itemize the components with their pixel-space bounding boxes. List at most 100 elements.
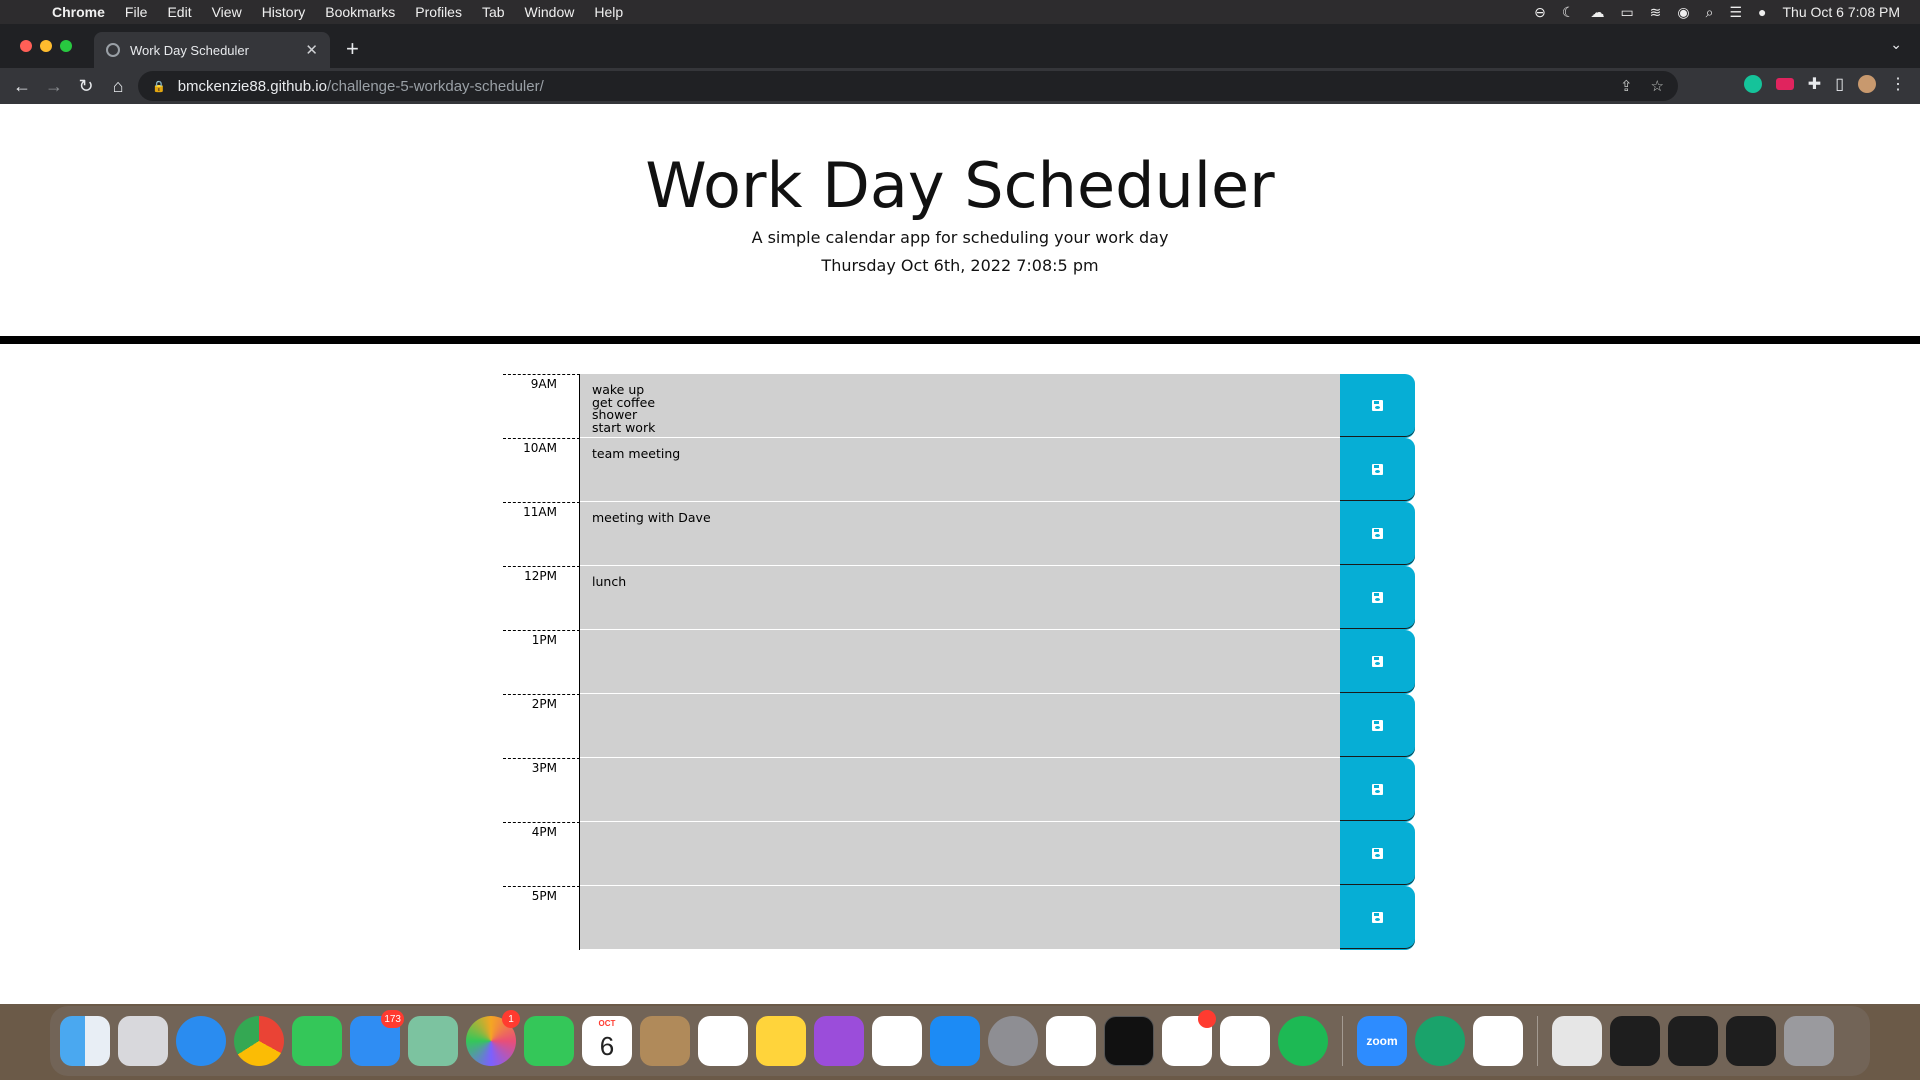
close-tab-icon[interactable]: ✕ [305,41,318,59]
siri-icon[interactable]: ● [1758,4,1766,20]
menu-help[interactable]: Help [584,4,633,20]
app-store-icon[interactable] [930,1016,980,1066]
lock-icon[interactable]: 🔒 [152,80,166,93]
notes-icon[interactable] [756,1016,806,1066]
safari-icon[interactable] [176,1016,226,1066]
close-window-button[interactable] [20,40,32,52]
minimized-window-thumbnail[interactable] [1726,1016,1776,1066]
zoom-icon[interactable]: zoom [1357,1016,1407,1066]
maximize-window-button[interactable] [60,40,72,52]
wifi-icon[interactable]: ≋ [1650,4,1662,21]
save-button[interactable] [1340,374,1415,438]
event-textarea[interactable]: meeting with Dave [580,502,1340,566]
event-textarea[interactable]: wake up get coffee shower start work [580,374,1340,438]
vscode-icon[interactable] [1046,1016,1096,1066]
hour-label: 3PM [503,758,580,822]
event-textarea[interactable] [580,694,1340,758]
minimized-window-thumbnail[interactable] [1610,1016,1660,1066]
extensions-puzzle-icon[interactable]: ✚ [1808,74,1821,94]
spotlight-search-icon[interactable]: ⌕ [1706,4,1714,21]
time-block-4pm: 4PM [503,822,1415,886]
facetime-icon[interactable] [524,1016,574,1066]
menu-history[interactable]: History [252,4,316,20]
save-button[interactable] [1340,566,1415,630]
moon-icon[interactable]: ☾ [1562,4,1575,21]
user-icon[interactable]: ◉ [1677,4,1689,21]
vscode-icon[interactable] [1220,1016,1270,1066]
focus-icon[interactable]: ⊖ [1534,4,1546,21]
tab-search-icon[interactable]: ⌄ [1890,36,1902,53]
hour-label: 5PM [503,886,580,950]
address-bar[interactable]: 🔒 bmckenzie88.github.io/challenge-5-work… [138,71,1678,101]
launchpad-icon[interactable] [118,1016,168,1066]
photos-icon[interactable]: 1 [466,1010,520,1066]
event-textarea[interactable] [580,822,1340,886]
menu-app-name[interactable]: Chrome [52,4,115,20]
trash-icon[interactable] [1784,1016,1834,1066]
save-disk-icon [1372,592,1383,603]
page-subtitle: A simple calendar app for scheduling you… [751,228,1169,248]
chrome-icon[interactable] [234,1016,284,1066]
menu-profiles[interactable]: Profiles [405,4,472,20]
mail-icon[interactable]: 173 [350,1010,404,1066]
reload-icon[interactable]: ↻ [70,76,102,97]
menu-view[interactable]: View [202,4,252,20]
control-center-icon[interactable]: ☰ [1729,4,1742,21]
menubar-clock[interactable]: Thu Oct 6 7:08 PM [1783,4,1901,20]
terminal-icon[interactable] [1104,1016,1154,1066]
new-tab-button[interactable]: + [346,36,359,62]
minimized-window-thumbnail[interactable] [1552,1016,1602,1066]
profile-avatar[interactable] [1858,75,1876,93]
home-icon[interactable]: ⌂ [102,76,134,97]
minimized-window-thumbnail[interactable] [1668,1016,1718,1066]
event-textarea[interactable] [580,630,1340,694]
chrome-canary-icon[interactable] [1415,1016,1465,1066]
menu-window[interactable]: Window [515,4,585,20]
calendar-icon[interactable]: OCT 6 [582,1016,632,1066]
finder-icon[interactable] [60,1016,110,1066]
podcasts-icon[interactable] [814,1016,864,1066]
side-panel-icon[interactable]: ▯ [1835,74,1844,94]
kebab-menu-icon[interactable]: ⋮ [1890,74,1906,94]
reminders-icon[interactable] [698,1016,748,1066]
share-icon[interactable]: ⇪ [1620,77,1633,95]
bookmark-star-icon[interactable]: ☆ [1651,77,1664,95]
vscode-icon[interactable] [1473,1016,1523,1066]
menu-bookmarks[interactable]: Bookmarks [315,4,405,20]
forward-arrow-icon[interactable]: → [38,76,70,97]
save-button[interactable] [1340,822,1415,886]
event-textarea[interactable] [580,886,1340,950]
page-title: Work Day Scheduler [645,149,1275,222]
event-textarea[interactable]: lunch [580,566,1340,630]
menu-bar: Chrome File Edit View History Bookmarks … [0,0,1920,24]
grammarly-extension-icon[interactable] [1743,75,1762,93]
save-button[interactable] [1340,502,1415,566]
slack-icon[interactable] [1162,1010,1216,1066]
time-block-12pm: 12PM lunch [503,566,1415,630]
news-icon[interactable] [872,1016,922,1066]
event-textarea[interactable]: team meeting [580,438,1340,502]
back-arrow-icon[interactable]: ← [6,76,38,97]
save-button[interactable] [1340,630,1415,694]
system-preferences-icon[interactable] [988,1016,1038,1066]
save-button[interactable] [1340,694,1415,758]
menu-file[interactable]: File [115,4,158,20]
save-button[interactable] [1340,886,1415,950]
minimize-window-button[interactable] [40,40,52,52]
battery-icon[interactable]: ▭ [1620,4,1633,21]
screen-recorder-extension-icon[interactable] [1775,78,1794,90]
save-button[interactable] [1340,438,1415,502]
cloud-icon[interactable]: ☁ [1590,4,1604,21]
messages-icon[interactable] [292,1016,342,1066]
save-disk-icon [1372,912,1383,923]
tab-work-day-scheduler[interactable]: Work Day Scheduler ✕ [94,32,330,68]
event-textarea[interactable] [580,758,1340,822]
hour-label: 10AM [503,438,580,502]
menu-tab[interactable]: Tab [472,4,515,20]
contacts-icon[interactable] [640,1016,690,1066]
maps-icon[interactable] [408,1016,458,1066]
save-disk-icon [1372,528,1383,539]
spotify-icon[interactable] [1278,1016,1328,1066]
save-button[interactable] [1340,758,1415,822]
menu-edit[interactable]: Edit [157,4,201,20]
